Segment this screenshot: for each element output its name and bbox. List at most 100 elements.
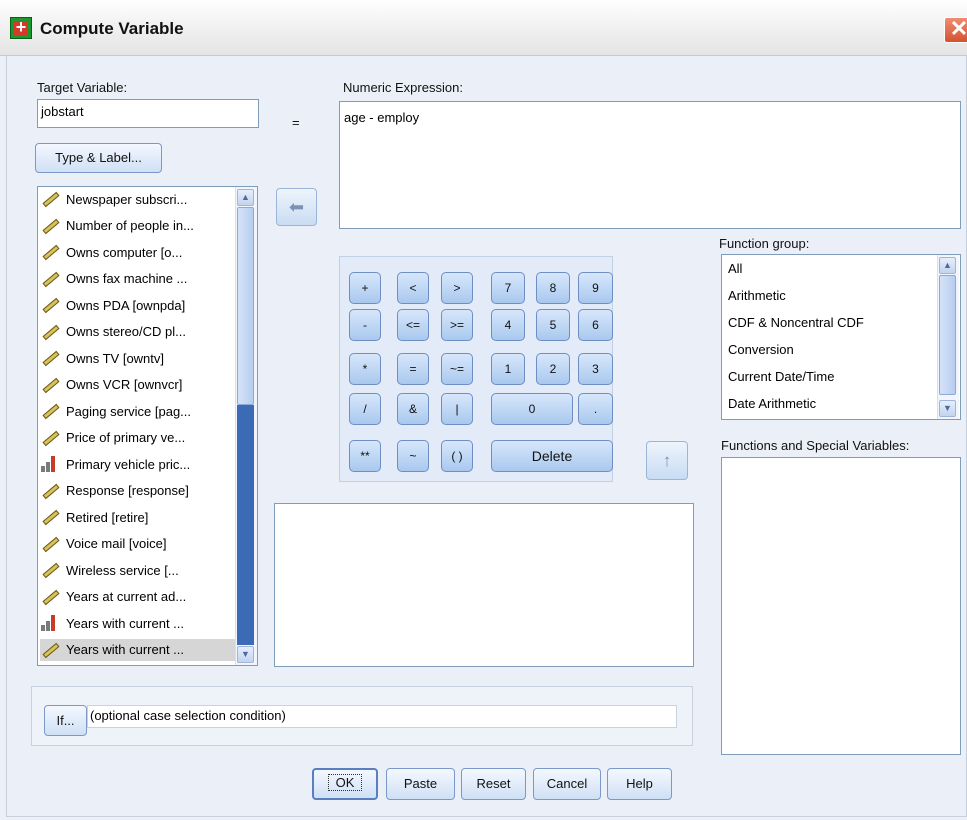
if-button[interactable]: If... [44, 705, 87, 736]
variable-list-item-label: Owns VCR [ownvcr] [66, 377, 183, 392]
keypad-plus-button[interactable]: + [349, 272, 381, 304]
keypad-lt-button[interactable]: < [397, 272, 429, 304]
target-variable-input[interactable]: jobstart [37, 99, 259, 128]
variable-list-item[interactable]: Voice mail [voice] [40, 533, 236, 555]
keypad-minus-button[interactable]: - [349, 309, 381, 341]
functions-special-list[interactable] [721, 457, 961, 755]
if-condition-text: (optional case selection condition) [87, 705, 677, 728]
keypad-nine-button[interactable]: 9 [578, 272, 613, 304]
function-group-item[interactable]: Conversion [728, 342, 794, 357]
keypad-four-button[interactable]: 4 [491, 309, 525, 341]
variable-list-item-label: Years with current ... [66, 615, 185, 631]
variable-list-item-label: Owns TV [owntv] [66, 350, 165, 366]
ruler-icon [40, 641, 60, 659]
keypad-six-button[interactable]: 6 [578, 309, 613, 341]
variable-list-item[interactable]: Primary vehicle pric... [40, 453, 236, 475]
close-button[interactable]: ✕ [944, 17, 967, 43]
scroll-thumb[interactable] [237, 207, 254, 405]
cancel-button[interactable]: Cancel [533, 768, 601, 800]
variable-list-item-label: Wireless service [... [66, 562, 179, 578]
ok-button[interactable]: OK [312, 768, 378, 800]
variable-list-scrollbar[interactable]: ▲ ▼ [235, 187, 257, 665]
keypad-eight-button[interactable]: 8 [536, 272, 570, 304]
scroll-up-icon[interactable]: ▲ [939, 257, 956, 274]
variable-list-item[interactable]: Years at current ad... [40, 586, 236, 608]
scroll-thumb[interactable] [939, 275, 956, 395]
keypad-not-button[interactable]: ~ [397, 440, 429, 472]
ruler-icon [40, 508, 60, 526]
variable-list-item[interactable]: Owns stereo/CD pl... [40, 321, 236, 343]
scroll-down-icon[interactable]: ▼ [939, 400, 956, 417]
scroll-up-icon[interactable]: ▲ [237, 189, 254, 206]
variable-list-item[interactable]: Newspaper subscri... [40, 188, 236, 210]
ruler-icon [40, 243, 60, 261]
keypad-times-button[interactable]: * [349, 353, 381, 385]
keypad-divide-button[interactable]: / [349, 393, 381, 425]
variable-list-item[interactable]: Owns computer [o... [40, 241, 236, 263]
keypad-parens-button[interactable]: ( ) [441, 440, 473, 472]
function-group-list[interactable]: All Arithmetic CDF & Noncentral CDF Convers… [721, 254, 961, 420]
keypad-three-button[interactable]: 3 [578, 353, 613, 385]
ok-button-label: OK [327, 774, 363, 791]
variable-list-item-label: Owns stereo/CD pl... [66, 324, 186, 339]
variable-list-item[interactable]: Years with current ... [40, 638, 236, 661]
variable-list-item[interactable]: Retired [retire] [40, 506, 236, 528]
keypad-one-button[interactable]: 1 [491, 353, 525, 385]
keypad-gt-button[interactable]: > [441, 272, 473, 304]
equals-sign: = [292, 115, 300, 130]
keypad-and-button[interactable]: & [397, 393, 429, 425]
keypad-zero-button[interactable]: 0 [491, 393, 573, 425]
ruler-icon [40, 588, 60, 606]
move-function-up-button[interactable]: ↑ [646, 441, 688, 480]
keypad-delete-button[interactable]: Delete [491, 440, 613, 472]
ruler-icon [40, 402, 60, 420]
keypad-five-button[interactable]: 5 [536, 309, 570, 341]
keypad-ne-button[interactable]: ~= [441, 353, 473, 385]
numeric-expression-label: Numeric Expression: [343, 80, 463, 95]
variable-list-item[interactable]: Owns TV [owntv] [40, 347, 236, 369]
move-variable-arrow-button[interactable]: ⬅ [276, 188, 317, 226]
function-group-item[interactable]: Current Date/Time [728, 369, 834, 384]
variable-list-item[interactable]: Owns VCR [ownvcr] [40, 374, 236, 396]
variable-list-item-label: Voice mail [voice] [66, 536, 167, 551]
variable-list-item[interactable]: Years with current ... [40, 612, 236, 634]
variable-list-item[interactable]: Price of primary ve... [40, 427, 236, 449]
ruler-icon [40, 429, 60, 447]
variable-list-item[interactable]: Owns PDA [ownpda] [40, 294, 236, 316]
function-group-item[interactable]: All [728, 261, 742, 276]
variable-list-item-label: Owns PDA [ownpda] [66, 297, 186, 313]
bar-chart-icon [40, 614, 60, 632]
variable-list-item[interactable]: Response [response] [40, 480, 236, 502]
help-button[interactable]: Help [607, 768, 672, 800]
keypad-power-button[interactable]: ** [349, 440, 381, 472]
reset-button[interactable]: Reset [461, 768, 526, 800]
ruler-icon [40, 535, 60, 553]
keypad-two-button[interactable]: 2 [536, 353, 570, 385]
type-and-label-button[interactable]: Type & Label... [35, 143, 162, 173]
function-group-item[interactable]: CDF & Noncentral CDF [728, 315, 864, 330]
left-arrow-icon: ⬅ [288, 197, 305, 217]
ruler-icon [40, 482, 60, 500]
scroll-down-icon[interactable]: ▼ [237, 646, 254, 663]
scroll-track[interactable] [237, 405, 254, 645]
keypad-eq-button[interactable]: = [397, 353, 429, 385]
function-group-item[interactable]: Date Arithmetic [728, 396, 816, 411]
variable-list-item-label: Number of people in... [66, 218, 194, 233]
variable-list-item[interactable]: Number of people in... [40, 215, 236, 237]
variable-list[interactable]: Newspaper subscri... Number of people in.… [37, 186, 258, 666]
variable-list-item-label: Years at current ad... [66, 589, 187, 604]
keypad-dot-button[interactable]: . [578, 393, 613, 425]
keypad-or-button[interactable]: | [441, 393, 473, 425]
function-group-scrollbar[interactable]: ▲ ▼ [937, 255, 959, 419]
variable-list-item[interactable]: Owns fax machine ... [40, 268, 236, 290]
numeric-expression-textarea[interactable]: age - employ [339, 101, 961, 229]
bar-chart-icon [40, 455, 60, 473]
keypad-le-button[interactable]: <= [397, 309, 429, 341]
keypad-ge-button[interactable]: >= [441, 309, 473, 341]
variable-list-item[interactable]: Wireless service [... [40, 559, 236, 581]
variable-list-item-label: Owns computer [o... [66, 244, 183, 260]
paste-button[interactable]: Paste [386, 768, 455, 800]
function-group-item[interactable]: Arithmetic [728, 288, 786, 303]
variable-list-item[interactable]: Paging service [pag... [40, 400, 236, 422]
keypad-seven-button[interactable]: 7 [491, 272, 525, 304]
